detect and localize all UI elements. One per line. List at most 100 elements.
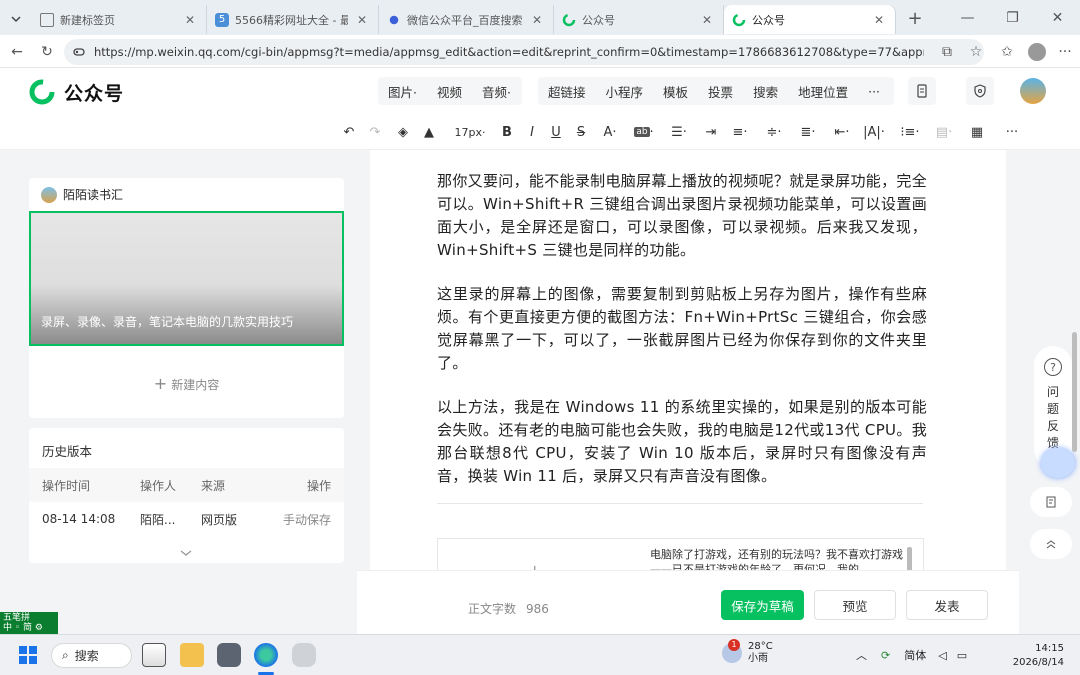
mp-logo[interactable]: 公众号: [28, 78, 124, 106]
insert-miniprogram-button[interactable]: 小程序: [596, 82, 654, 101]
browser-tab[interactable]: 公众号 ✕: [554, 5, 724, 34]
browser-tab[interactable]: 新建标签页 ✕: [32, 5, 207, 34]
word-count-label: 正文字数: [468, 602, 517, 616]
windows-start-icon[interactable]: [16, 643, 40, 667]
font-size-value: 17px: [454, 125, 483, 139]
align-icon[interactable]: ☰·: [668, 124, 690, 140]
bold-icon[interactable]: B: [499, 124, 515, 140]
insert-image-button[interactable]: 图片·: [378, 82, 427, 101]
background-color-icon[interactable]: ab ·: [630, 124, 658, 140]
close-tab-icon[interactable]: ✕: [354, 13, 370, 27]
insert-template-button[interactable]: 模板: [653, 82, 698, 101]
more-insert-button[interactable]: ···: [858, 84, 890, 99]
new-content-button[interactable]: + 新建内容: [29, 374, 344, 393]
undo-icon[interactable]: ↶: [340, 124, 358, 140]
account-avatar[interactable]: [1020, 78, 1046, 104]
text-indent-icon[interactable]: ⇤·: [830, 124, 854, 140]
insert-vote-button[interactable]: 投票: [698, 82, 743, 101]
card-scrollbar[interactable]: [907, 547, 912, 570]
site-info-icon[interactable]: [72, 45, 86, 59]
system-clock[interactable]: 14:15 2026/8/14: [1008, 642, 1064, 670]
article-paragraph[interactable]: 那你又要问，能不能录制电脑屏幕上播放的视频呢？就是录屏功能，完全可以。Win+S…: [437, 170, 927, 262]
show-hidden-icons-icon[interactable]: ︿: [856, 647, 867, 663]
weather-widget[interactable]: 1 28°C 小雨: [722, 639, 773, 665]
sync-icon[interactable]: ⟳: [881, 649, 890, 662]
history-source: 网页版: [201, 512, 238, 527]
close-tab-icon[interactable]: ✕: [182, 13, 198, 27]
microphone-app-icon[interactable]: [292, 643, 316, 667]
save-draft-button[interactable]: 保存为草稿: [721, 590, 804, 620]
scroll-top-button[interactable]: [1030, 529, 1072, 559]
close-tab-icon[interactable]: ✕: [529, 13, 545, 27]
insert-link-button[interactable]: 超链接: [538, 82, 596, 101]
italic-icon[interactable]: I: [524, 124, 540, 140]
card-add-icon[interactable]: +: [528, 561, 541, 570]
new-tab-icon[interactable]: +: [902, 6, 928, 32]
security-plugin-icon[interactable]: [1041, 448, 1075, 478]
more-menu-icon[interactable]: ···: [1052, 39, 1078, 65]
format-painter-icon[interactable]: ◈: [394, 124, 412, 140]
article-body[interactable]: 那你又要问，能不能录制电脑屏幕上播放的视频呢？就是录屏功能，完全可以。Win+S…: [437, 170, 927, 509]
back-icon[interactable]: ←: [4, 39, 30, 65]
refresh-icon[interactable]: ↻: [34, 39, 60, 65]
letter-spacing-icon[interactable]: |A|·: [862, 124, 886, 140]
security-shield-icon[interactable]: [966, 77, 994, 105]
publish-button[interactable]: 发表: [906, 590, 988, 620]
task-view-icon[interactable]: [142, 643, 166, 667]
close-tab-icon[interactable]: ✕: [699, 13, 715, 27]
tab-list-dropdown-icon[interactable]: [0, 6, 32, 32]
profile-icon[interactable]: [1024, 39, 1050, 65]
camera-icon[interactable]: [217, 643, 241, 667]
plus-icon: +: [153, 374, 168, 393]
clock-time: 14:15: [1035, 643, 1064, 654]
font-size-select[interactable]: 17px ·: [450, 124, 490, 140]
preview-button[interactable]: 预览: [814, 590, 896, 620]
article-paragraph[interactable]: 这里录的屏幕上的图像，需要复制到剪贴板上另存为图片，操作有些麻烦。有个更直接更方…: [437, 283, 927, 375]
ime-mode-label[interactable]: 简体: [904, 647, 926, 663]
history-header-action: 操作: [306, 478, 331, 493]
insert-video-button[interactable]: 视频: [427, 82, 472, 101]
article-editor[interactable]: 那你又要问，能不能录制电脑屏幕上播放的视频呢？就是录屏功能，完全可以。Win+S…: [370, 150, 1006, 570]
paragraph-spacing-icon[interactable]: ≡·: [728, 124, 752, 140]
article-paragraph[interactable]: 以上方法，我是在 Windows 11 的系统里实操的，如果是别的版本可能会失败…: [437, 396, 927, 488]
indent-icon[interactable]: ⇥: [702, 124, 720, 140]
article-outline-button[interactable]: [1030, 487, 1072, 517]
browser-tab-active[interactable]: 公众号 ✕: [724, 5, 896, 34]
close-tab-icon[interactable]: ✕: [871, 13, 887, 27]
edge-browser-icon[interactable]: [254, 643, 278, 667]
embedded-article-card[interactable]: + 电脑除了打游戏，还有别的玩法吗？我不喜欢打游戏——已不是打游戏的年龄了。更何…: [437, 538, 924, 570]
table-icon[interactable]: ▦: [968, 124, 986, 140]
list-icon[interactable]: ⁝≡·: [898, 124, 922, 140]
redo-icon[interactable]: ↷: [366, 124, 384, 140]
restore-icon[interactable]: ❐: [990, 5, 1035, 31]
strikethrough-icon[interactable]: S: [573, 124, 589, 140]
insert-location-button[interactable]: 地理位置: [788, 82, 858, 101]
browser-tab[interactable]: 5 5566精彩网址大全 - 最早最 ✕: [207, 5, 379, 34]
volume-icon[interactable]: ◁: [938, 649, 946, 662]
battery-icon[interactable]: ▭: [957, 649, 967, 662]
margin-icon[interactable]: ≣·: [796, 124, 820, 140]
address-bar[interactable]: https://mp.weixin.qq.com/cgi-bin/appmsg?…: [64, 39, 984, 65]
browser-tab[interactable]: 微信公众平台_百度搜索 ✕: [379, 5, 554, 34]
clock-date: 2026/8/14: [1012, 657, 1064, 668]
font-color-icon[interactable]: A·: [598, 124, 622, 140]
favorite-star-icon[interactable]: ☆: [963, 39, 989, 65]
window-close-icon[interactable]: ✕: [1035, 5, 1080, 31]
expand-history-chevron-icon[interactable]: [179, 546, 193, 560]
line-spacing-icon[interactable]: ≑·: [762, 124, 786, 140]
translate-icon[interactable]: ⧉: [934, 39, 960, 65]
float-icon[interactable]: ▤·: [932, 124, 956, 140]
article-cover-item[interactable]: 录屏、录像、录音，笔记本电脑的几款实用技巧: [29, 211, 344, 346]
clear-format-icon[interactable]: ▲: [420, 124, 438, 140]
underline-icon[interactable]: U: [548, 124, 564, 140]
minimize-icon[interactable]: —: [945, 5, 990, 31]
file-explorer-icon[interactable]: [180, 643, 204, 667]
taskbar-search[interactable]: ⌕ 搜索: [51, 643, 132, 668]
insert-audio-button[interactable]: 音频·: [472, 82, 521, 101]
ime-status-bar[interactable]: 五笔拼 中 ◦ 简 ⚙: [0, 612, 58, 634]
page-scrollbar[interactable]: [1072, 332, 1077, 452]
favorites-icon[interactable]: ✩: [994, 39, 1020, 65]
insert-search-button[interactable]: 搜索: [743, 82, 788, 101]
mobile-preview-icon[interactable]: [908, 77, 936, 105]
more-format-icon[interactable]: ···: [1002, 124, 1022, 140]
